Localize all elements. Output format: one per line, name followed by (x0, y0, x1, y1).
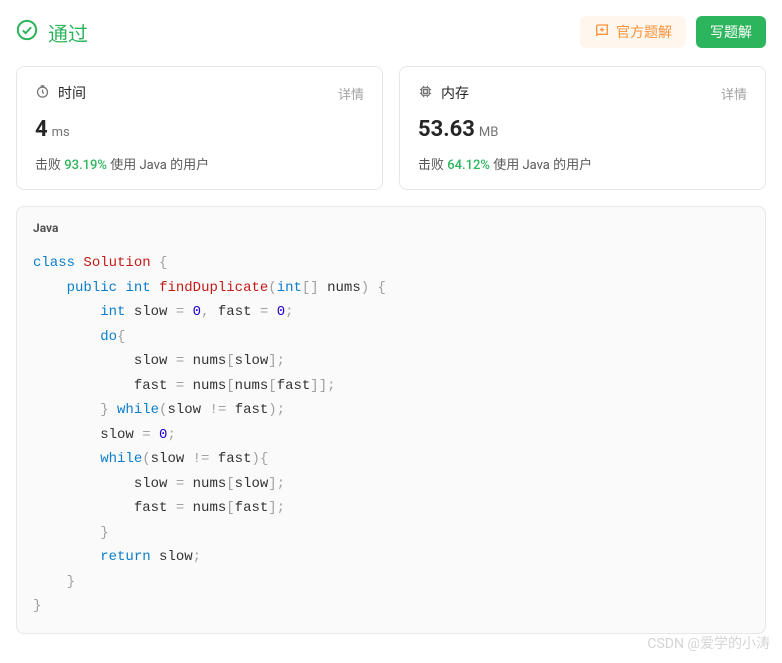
status-text: 通过 (48, 18, 88, 47)
book-icon (594, 23, 610, 42)
official-solution-button[interactable]: 官方题解 (580, 16, 686, 48)
time-desc: 击败 93.19% 使用 Java 的用户 (35, 154, 364, 173)
memory-label: 内存 (441, 83, 469, 103)
write-solution-label: 写题解 (710, 22, 752, 42)
watermark: CSDN @爱学的小涛 (647, 633, 770, 653)
check-icon (16, 19, 38, 45)
code-block: class Solution { public int findDuplicat… (33, 251, 749, 619)
header-actions: 官方题解 写题解 (580, 16, 766, 48)
official-solution-label: 官方题解 (616, 22, 672, 42)
time-value: 4 (35, 117, 48, 142)
time-detail-link[interactable]: 详情 (338, 84, 364, 103)
time-card: 时间 详情 4 ms 击败 93.19% 使用 Java 的用户 (16, 66, 383, 190)
stats-row: 时间 详情 4 ms 击败 93.19% 使用 Java 的用户 (16, 66, 766, 190)
memory-value: 53.63 (418, 117, 475, 142)
status: 通过 (16, 18, 88, 47)
time-unit: ms (52, 125, 70, 140)
code-language: Java (33, 221, 749, 235)
write-solution-button[interactable]: 写题解 (696, 16, 766, 48)
code-card: Java class Solution { public int findDup… (16, 206, 766, 634)
memory-unit: MB (479, 125, 498, 140)
time-label: 时间 (58, 83, 86, 103)
memory-detail-link[interactable]: 详情 (721, 84, 747, 103)
clock-icon (35, 84, 50, 103)
chip-icon (418, 84, 433, 103)
memory-card: 内存 详情 53.63 MB 击败 64.12% 使用 Java 的用户 (399, 66, 766, 190)
memory-desc: 击败 64.12% 使用 Java 的用户 (418, 154, 747, 173)
result-header: 通过 官方题解 写题解 (16, 16, 766, 48)
